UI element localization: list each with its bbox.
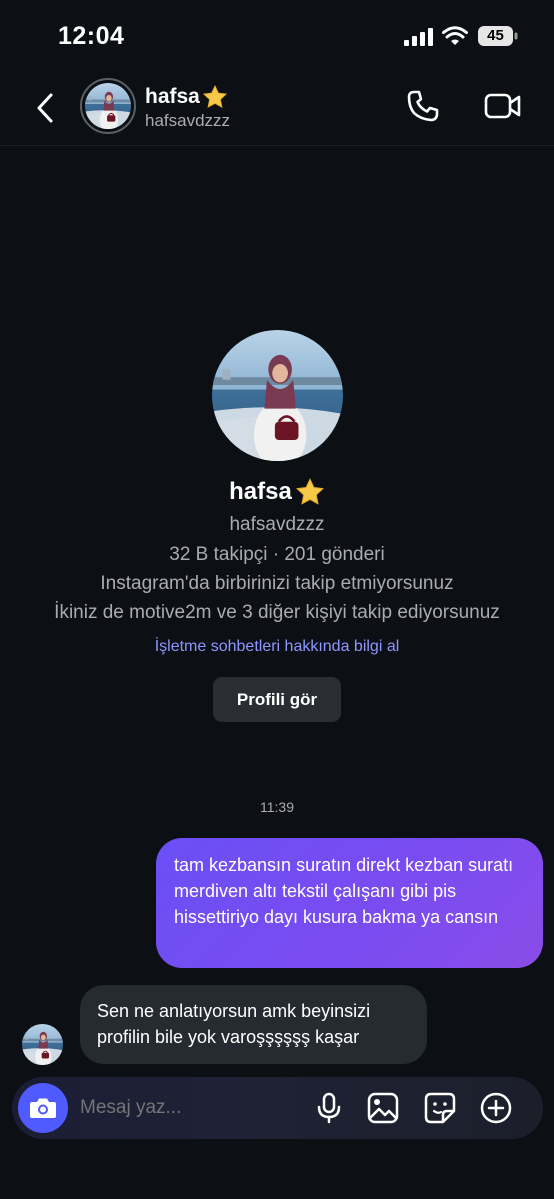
mutual-followers: İkiniz de motive2m ve 3 diğer kişiyi tak… [54, 602, 500, 623]
sticker-icon[interactable] [423, 1091, 457, 1125]
follow-status: Instagram'da birbirinizi takip etmiyorsu… [100, 573, 454, 594]
message-composer [12, 1077, 543, 1139]
phone-icon[interactable] [405, 88, 441, 124]
cellular-signal-icon [404, 28, 433, 46]
image-icon[interactable] [366, 1091, 400, 1125]
header-contact-name[interactable]: hafsa [145, 84, 228, 110]
message-input[interactable] [80, 1097, 300, 1119]
header-username: hafsavdzzz [145, 111, 231, 130]
battery-level: 45 [487, 27, 504, 44]
profile-avatar[interactable] [212, 330, 343, 461]
back-button[interactable] [30, 90, 60, 126]
status-time: 12:04 [58, 22, 125, 50]
camera-button[interactable] [18, 1083, 68, 1133]
star-icon [295, 477, 325, 507]
business-chat-info-link[interactable]: İşletme sohbetleri hakkında bilgi al [0, 638, 554, 656]
battery-indicator: 45 [478, 26, 518, 46]
header-avatar[interactable] [80, 78, 136, 134]
chevron-left-icon [37, 93, 53, 123]
chat-header: hafsa hafsavdzzz [0, 70, 554, 146]
plus-circle-icon[interactable] [479, 1091, 513, 1125]
view-profile-button[interactable]: Profili gör [213, 677, 341, 722]
header-name-text: hafsa [145, 85, 200, 108]
star-icon [202, 84, 228, 110]
status-bar: 12:04 45 [0, 0, 554, 70]
video-camera-icon[interactable] [484, 90, 522, 122]
profile-name: hafsa [0, 477, 554, 507]
incoming-message[interactable]: Sen ne anlatıyorsun amk beyinsizi profil… [80, 985, 427, 1064]
microphone-icon[interactable] [312, 1091, 346, 1125]
wifi-icon [442, 26, 468, 45]
profile-username: hafsavdzzz [229, 514, 325, 535]
profile-stats: 32 B takipçi · 201 gönderi [169, 544, 385, 565]
camera-icon [30, 1098, 56, 1118]
sender-avatar[interactable] [22, 1024, 63, 1065]
profile-name-text: hafsa [229, 478, 292, 505]
outgoing-message[interactable]: tam kezbansın suratın direkt kezban sura… [156, 838, 543, 968]
message-timestamp: 11:39 [260, 799, 294, 815]
